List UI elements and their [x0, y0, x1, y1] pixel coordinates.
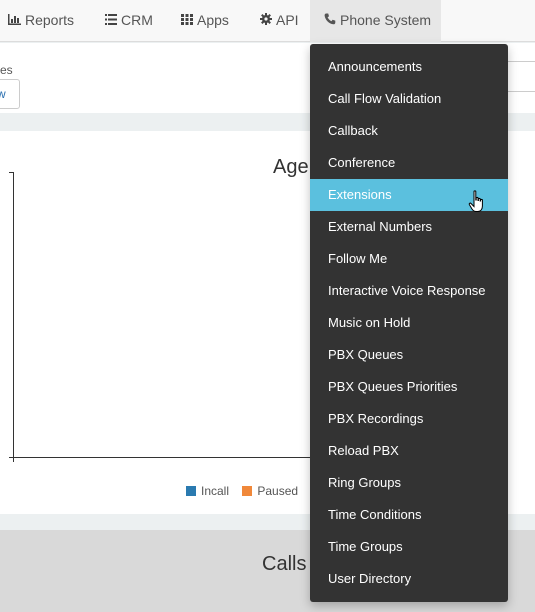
- gear-icon: [260, 1, 272, 41]
- menu-item-time-groups[interactable]: Time Groups: [310, 531, 508, 563]
- legend-swatch-paused: [242, 486, 253, 496]
- legend-label-incall: Incall: [201, 484, 230, 498]
- grid-icon: [181, 1, 193, 41]
- menu-item-reload-pbx[interactable]: Reload PBX: [310, 435, 508, 467]
- phone-system-dropdown: Announcements Call Flow Validation Callb…: [310, 44, 508, 602]
- legend-label-paused: Paused: [257, 484, 299, 498]
- menu-item-interactive-voice-response[interactable]: Interactive Voice Response: [310, 275, 508, 307]
- toolbar-partial-button[interactable]: w: [0, 79, 20, 109]
- menu-item-external-numbers[interactable]: External Numbers: [310, 211, 508, 243]
- nav-phone-system[interactable]: Phone System: [310, 0, 441, 42]
- nav-crm-label: CRM: [121, 12, 153, 28]
- toolbar-partial-text: es: [0, 63, 13, 77]
- chart-title: Age: [273, 156, 309, 178]
- calls-title: Calls: [262, 553, 307, 575]
- nav-phone-system-label: Phone System: [340, 12, 432, 28]
- menu-item-announcements[interactable]: Announcements: [310, 51, 508, 83]
- menu-item-callback[interactable]: Callback: [310, 115, 508, 147]
- chart-y-axis: [13, 172, 14, 462]
- menu-item-pbx-queues[interactable]: PBX Queues: [310, 339, 508, 371]
- nav-api[interactable]: API: [260, 0, 299, 42]
- menu-item-time-conditions[interactable]: Time Conditions: [310, 499, 508, 531]
- phone-icon: [324, 1, 336, 41]
- legend-item-paused[interactable]: Paused: [242, 484, 298, 498]
- nav-crm[interactable]: CRM: [105, 0, 153, 42]
- chart-x-axis: [9, 457, 319, 458]
- menu-item-music-on-hold[interactable]: Music on Hold: [310, 307, 508, 339]
- menu-item-follow-me[interactable]: Follow Me: [310, 243, 508, 275]
- bar-chart-icon: [8, 1, 21, 41]
- menu-item-user-directory[interactable]: User Directory: [310, 563, 508, 595]
- nav-api-label: API: [276, 12, 299, 28]
- nav-apps[interactable]: Apps: [181, 0, 229, 42]
- top-navbar: Reports CRM Apps API Phone System: [0, 0, 535, 42]
- nav-reports[interactable]: Reports: [8, 0, 74, 42]
- menu-item-call-flow-validation[interactable]: Call Flow Validation: [310, 83, 508, 115]
- toolbar-partial-button-label: w: [0, 87, 6, 101]
- nav-reports-label: Reports: [25, 12, 75, 28]
- menu-item-conference[interactable]: Conference: [310, 147, 508, 179]
- legend-item-incall[interactable]: Incall: [186, 484, 229, 498]
- toolbar-input[interactable]: [505, 61, 535, 92]
- menu-item-ring-groups[interactable]: Ring Groups: [310, 467, 508, 499]
- nav-apps-label: Apps: [197, 12, 229, 28]
- chart-y-tick: [9, 172, 14, 173]
- menu-item-pbx-queues-priorities[interactable]: PBX Queues Priorities: [310, 371, 508, 403]
- list-icon: [105, 1, 117, 41]
- hand-cursor-icon: [468, 190, 483, 212]
- legend-swatch-incall: [186, 486, 196, 496]
- menu-item-pbx-recordings[interactable]: PBX Recordings: [310, 403, 508, 435]
